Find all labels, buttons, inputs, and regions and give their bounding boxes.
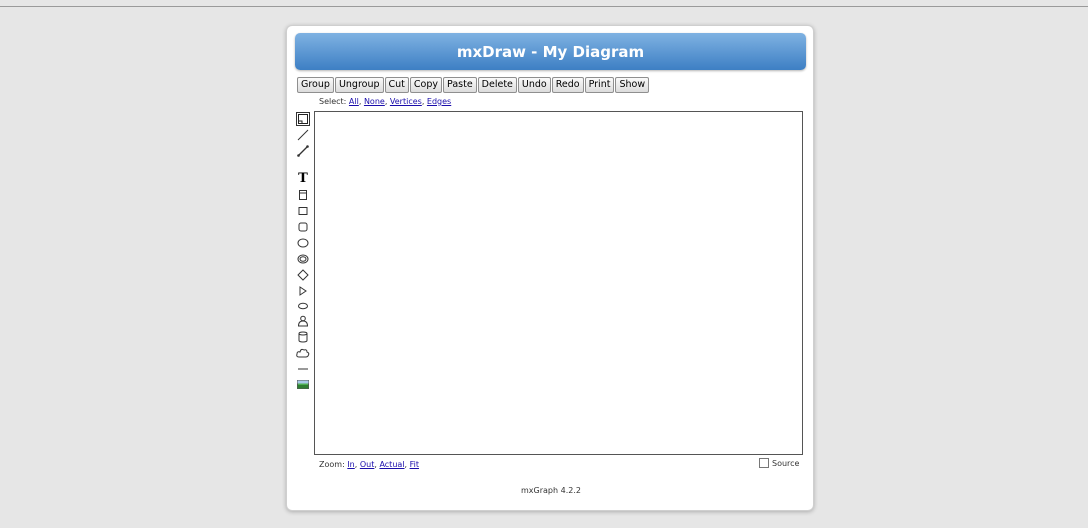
zoom-in-link[interactable]: In [347, 460, 354, 469]
text-icon[interactable]: T [296, 171, 310, 186]
zoom-row: Zoom: In, Out, Actual, Fit [319, 460, 419, 469]
entity-relation-icon[interactable] [296, 144, 310, 158]
cylinder-icon[interactable] [296, 330, 310, 344]
print-button[interactable]: Print [584, 77, 615, 93]
select-vertices-link[interactable]: Vertices [390, 97, 422, 106]
select-none-link[interactable]: None [364, 97, 385, 106]
app-panel: mxDraw - My Diagram Group Ungroup Cut Co… [286, 25, 814, 511]
cloud-icon[interactable] [296, 346, 310, 360]
zoom-out-link[interactable]: Out [360, 460, 375, 469]
copy-button[interactable]: Copy [409, 77, 443, 93]
cut-button[interactable]: Cut [384, 77, 409, 93]
zoom-label: Zoom: [319, 460, 345, 469]
ungroup-button[interactable]: Ungroup [334, 77, 384, 93]
version-footer: mxGraph 4.2.2 [521, 486, 581, 495]
ellipse-icon[interactable] [296, 236, 310, 250]
delete-button[interactable]: Delete [477, 77, 517, 93]
title-bar: mxDraw - My Diagram [295, 33, 806, 70]
group-button[interactable]: Group [297, 77, 334, 93]
zoom-fit-link[interactable]: Fit [410, 460, 419, 469]
toolbar: Group Ungroup Cut Copy Paste Delete Undo… [297, 77, 650, 93]
hline-icon[interactable] [296, 362, 310, 376]
source-label: Source [772, 458, 800, 468]
double-ellipse-icon[interactable] [296, 252, 310, 266]
source-checkbox[interactable] [759, 458, 769, 468]
container-icon[interactable] [296, 112, 310, 126]
select-label: Select: [319, 97, 347, 106]
select-edges-link[interactable]: Edges [427, 97, 451, 106]
ellipse-small-icon[interactable] [296, 299, 310, 313]
connector-icon[interactable] [296, 128, 310, 142]
rounded-rectangle-icon[interactable] [296, 220, 310, 234]
actor-icon[interactable] [296, 314, 310, 328]
diagram-canvas[interactable] [314, 111, 803, 455]
app-title: mxDraw - My Diagram [456, 42, 645, 61]
paste-button[interactable]: Paste [443, 77, 477, 93]
rhombus-icon[interactable] [296, 268, 310, 282]
source-toggle[interactable]: Source [759, 458, 799, 468]
show-button[interactable]: Show [615, 77, 650, 93]
zoom-actual-link[interactable]: Actual [379, 460, 404, 469]
swimlane-icon[interactable] [296, 188, 310, 202]
undo-button[interactable]: Undo [517, 77, 551, 93]
redo-button[interactable]: Redo [551, 77, 584, 93]
image-icon[interactable] [296, 377, 310, 391]
rectangle-icon[interactable] [296, 204, 310, 218]
select-all-link[interactable]: All [349, 97, 359, 106]
triangle-icon[interactable] [296, 284, 310, 298]
select-row: Select: All, None, Vertices, Edges [319, 97, 452, 106]
top-divider [0, 6, 1088, 7]
